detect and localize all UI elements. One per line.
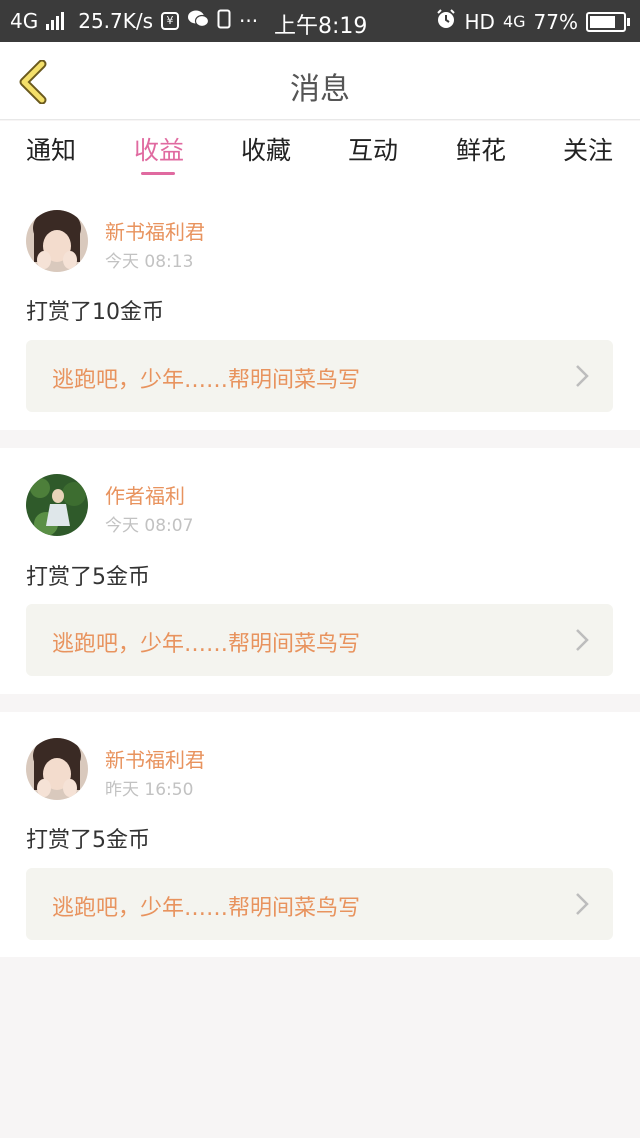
tab-flowers[interactable]: 鲜花 <box>441 131 521 167</box>
network-type-right: 4G <box>502 12 526 31</box>
message-time: 今天 08:07 <box>105 516 194 536</box>
message-card: 作者福利 今天 08:07 打赏了5金币 逃跑吧，少年……帮明间菜鸟写 <box>0 448 640 694</box>
message-card: 新书福利君 昨天 16:50 打赏了5金币 逃跑吧，少年……帮明间菜鸟写 <box>0 712 640 957</box>
book-title: 逃跑吧，少年……帮明间菜鸟写 <box>52 632 361 657</box>
sender-name[interactable]: 新书福利君 <box>105 216 205 245</box>
signal-icon <box>46 12 65 30</box>
tab-earnings[interactable]: 收益 <box>119 131 199 167</box>
network-speed: 25.7K/s <box>78 9 154 33</box>
tab-interactions[interactable]: 互动 <box>333 131 413 167</box>
hd-indicator: HD <box>464 9 495 34</box>
network-type: 4G <box>10 9 39 33</box>
book-title: 逃跑吧，少年……帮明间菜鸟写 <box>52 896 361 921</box>
more-notifications-icon: ··· <box>239 9 259 33</box>
book-title: 逃跑吧，少年……帮明间菜鸟写 <box>52 368 361 393</box>
tab-following[interactable]: 关注 <box>548 131 628 167</box>
book-link[interactable]: 逃跑吧，少年……帮明间菜鸟写 <box>26 868 613 940</box>
battery-icon <box>586 11 630 32</box>
battery-percent: 77% <box>533 9 578 34</box>
message-text: 打赏了5金币 <box>26 565 150 590</box>
tab-notifications[interactable]: 通知 <box>11 131 91 167</box>
active-tab-indicator <box>141 172 175 175</box>
chevron-right-icon <box>576 629 589 651</box>
book-link[interactable]: 逃跑吧，少年……帮明间菜鸟写 <box>26 340 613 412</box>
book-link[interactable]: 逃跑吧，少年……帮明间菜鸟写 <box>26 604 613 676</box>
tab-bar: 通知 收益 收藏 互动 鲜花 关注 <box>0 121 640 187</box>
status-bar: 4G 25.7K/s ¥ ··· 上午8:19 HD 4G 77% <box>0 0 640 42</box>
avatar[interactable] <box>26 738 88 800</box>
chevron-right-icon <box>576 893 589 915</box>
alarm-icon <box>435 8 457 35</box>
app-header: 消息 <box>0 42 640 120</box>
avatar[interactable] <box>26 474 88 536</box>
message-time: 今天 08:13 <box>105 252 194 272</box>
sender-name[interactable]: 作者福利 <box>105 480 185 509</box>
tab-favorites[interactable]: 收藏 <box>226 131 306 167</box>
avatar[interactable] <box>26 210 88 272</box>
message-card: 新书福利君 今天 08:13 打赏了10金币 逃跑吧，少年……帮明间菜鸟写 <box>0 187 640 430</box>
clock: 上午8:19 <box>274 14 368 39</box>
sender-name[interactable]: 新书福利君 <box>105 744 205 773</box>
page-title: 消息 <box>290 72 350 107</box>
chevron-right-icon <box>576 365 589 387</box>
message-text: 打赏了5金币 <box>26 828 150 853</box>
message-text: 打赏了10金币 <box>26 300 164 325</box>
phone-icon <box>217 9 231 34</box>
wechat-icon <box>187 9 210 34</box>
message-time: 昨天 16:50 <box>105 780 194 800</box>
yen-notification-icon: ¥ <box>161 12 180 30</box>
